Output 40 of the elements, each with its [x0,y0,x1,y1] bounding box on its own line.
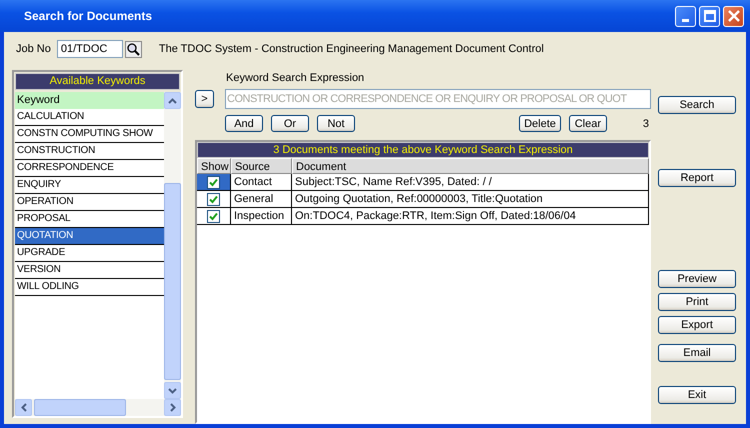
expression-label: Keyword Search Expression [226,72,366,84]
table-cell: Subject:TSC, Name Ref:V395, Dated: / / [292,174,649,190]
column-header[interactable]: Show [197,158,231,174]
output-button[interactable]: Print [658,293,736,311]
output-button[interactable]: Preview [658,270,736,288]
table-cell: Outgoing Quotation, Ref:00000003, Title:Quotation [292,191,649,207]
column-header: Keyword [15,92,164,109]
close-icon [728,10,740,22]
output-button[interactable]: Export [658,316,736,334]
maximize-button[interactable] [699,6,720,26]
horizontal-scrollbar[interactable] [15,399,181,416]
table-cell: Inspection [231,208,292,224]
job-no-label: Job No [16,43,51,55]
column-header[interactable]: Source [231,158,292,174]
close-button[interactable] [723,6,744,26]
show-cell[interactable] [197,174,231,190]
results-title: 3 Documents meeting the above Keyword Search Expression [197,142,649,158]
lookup-button[interactable] [124,40,142,58]
result-count: 3 [642,118,649,130]
report-button[interactable]: Report [658,169,736,187]
column-header[interactable]: Document [292,158,649,174]
table-cell: General [231,191,292,207]
search-button[interactable]: Search [658,96,736,114]
table-cell: On:TDOC4, Package:RTR, Item:Sign Off, Dated:18/06/04 [292,208,649,224]
window-title: Search for Documents [24,9,152,23]
table-cell: Contact [231,174,292,190]
exit-button[interactable]: Exit [658,386,736,404]
minimize-icon [682,18,689,22]
vertical-scrollbar[interactable] [164,92,181,399]
system-title: The TDOC System - Construction Engineering Management Document Control [158,43,544,55]
search-icon [126,42,140,56]
checkbox[interactable] [207,176,220,188]
job-no-field[interactable]: 01/TDOC [56,40,123,58]
checkbox[interactable] [207,192,220,206]
keyword-item[interactable]: QUOTATION [15,228,164,245]
keyword-panel-title: Available Keywords [15,73,180,90]
checkbox[interactable] [207,210,220,222]
maximize-icon [704,10,716,22]
output-button[interactable]: Email [658,344,736,362]
minimize-button[interactable] [675,6,696,26]
